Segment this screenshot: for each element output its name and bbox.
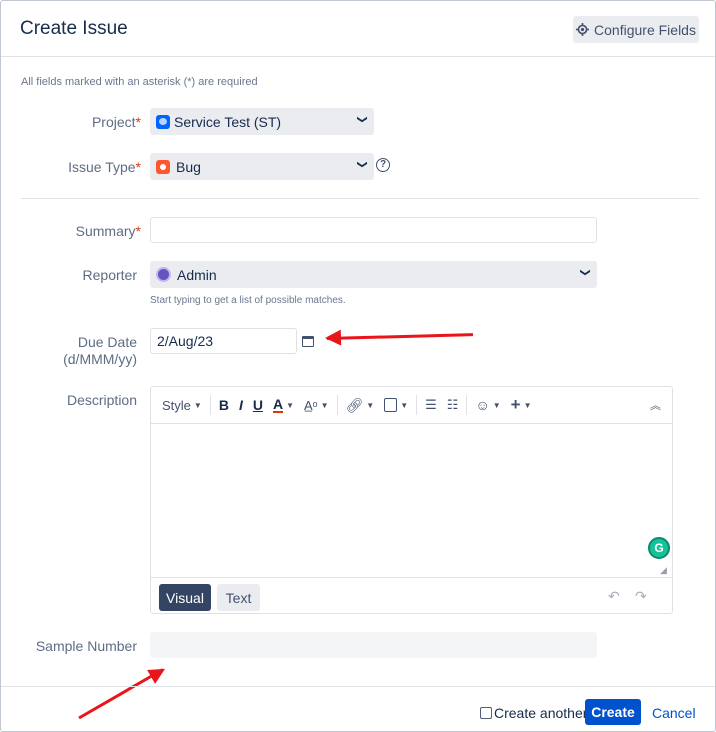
annotation-arrow xyxy=(326,333,473,340)
project-value: Service Test (ST) xyxy=(174,113,282,130)
due-date-label: Due Date (d/MMM/yy) xyxy=(0,334,137,368)
bug-icon xyxy=(156,159,170,174)
gear-icon xyxy=(576,23,590,36)
issue-type-select[interactable]: Bug ❯ xyxy=(150,153,374,180)
text-color-label: A xyxy=(272,396,284,413)
numbered-list-button[interactable]: ☷ xyxy=(442,393,464,417)
undo-icon[interactable]: ↶ xyxy=(608,588,620,605)
required-star: * xyxy=(135,159,141,175)
create-button[interactable]: Create xyxy=(585,699,641,725)
create-another-label: Create another xyxy=(494,705,588,721)
chevron-down-icon: ▼ xyxy=(523,400,532,410)
link-icon: 🔗︎ xyxy=(345,396,364,413)
bullet-list-icon: ☰ xyxy=(425,397,437,412)
project-label: Project* xyxy=(1,114,141,130)
style-dropdown[interactable]: Style ▼ xyxy=(157,393,207,417)
issue-type-label: Issue Type* xyxy=(1,159,141,175)
sample-number-label: Sample Number xyxy=(35,638,137,654)
emoji-button[interactable]: ☺ ▼ xyxy=(470,393,505,417)
insert-more-button[interactable]: + ▼ xyxy=(506,393,537,417)
toolbar-separator xyxy=(336,395,338,415)
reporter-value: Admin xyxy=(177,266,217,283)
bold-button[interactable]: B xyxy=(214,393,234,417)
create-issue-dialog: Create Issue Configure Fields All fields… xyxy=(0,0,716,732)
description-text-area[interactable] xyxy=(151,425,672,575)
summary-label: Summary* xyxy=(1,223,141,239)
reporter-label: Reporter xyxy=(82,267,137,283)
section-divider xyxy=(21,198,699,199)
emoji-icon: ☺ xyxy=(475,397,490,413)
description-editor[interactable]: Style ▼ B I U A ▼ A̲ᵒ ▼ 🔗︎ ▼ ▼ ☰ ☷ ☺ ▼ + ▼ ︽ G… xyxy=(150,386,673,614)
configure-fields-label: Configure Fields xyxy=(594,21,696,38)
underline-button[interactable]: U xyxy=(248,393,268,417)
project-select[interactable]: Service Test (ST) ❯ xyxy=(150,108,374,135)
dialog-title: Create Issue xyxy=(20,18,128,39)
text-color-button[interactable]: A ▼ xyxy=(268,393,299,417)
italic-label: I xyxy=(238,397,243,413)
configure-fields-button[interactable]: Configure Fields xyxy=(573,16,699,43)
text-effects-icon: A̲ᵒ xyxy=(304,397,318,413)
reporter-hint: Start typing to get a list of possible m… xyxy=(150,295,346,306)
summary-label-text: Summary xyxy=(75,223,136,239)
project-avatar-icon xyxy=(156,114,170,129)
visual-tab[interactable]: Visual xyxy=(159,584,211,611)
toolbar-separator xyxy=(416,395,418,415)
editor-mode-bar: Visual Text ↶ ↷ xyxy=(151,577,672,613)
style-label: Style xyxy=(162,397,191,413)
issue-type-value: Bug xyxy=(176,158,201,175)
bullet-list-button[interactable]: ☰ xyxy=(420,393,442,417)
attachment-button[interactable]: ▼ xyxy=(379,393,413,417)
help-icon[interactable]: ? xyxy=(376,158,390,172)
text-tab[interactable]: Text xyxy=(217,584,260,611)
chevron-down-icon: ▼ xyxy=(400,400,409,410)
redo-icon[interactable]: ↷ xyxy=(635,588,647,605)
due-date-label-text: Due Date xyxy=(77,334,137,350)
required-star: * xyxy=(135,223,141,239)
chevron-down-icon: ❯ xyxy=(356,160,368,169)
issue-type-label-text: Issue Type xyxy=(68,159,136,175)
chevron-down-icon: ▼ xyxy=(366,400,375,410)
due-date-format: (d/MMM/yy) xyxy=(63,351,137,367)
chevron-down-icon: ▼ xyxy=(492,400,501,410)
checkbox-icon[interactable] xyxy=(480,707,492,719)
chevron-down-icon: ❯ xyxy=(579,268,591,277)
create-another-checkbox[interactable]: Create another xyxy=(480,705,587,721)
user-avatar-icon xyxy=(156,267,171,282)
chevron-down-icon: ▼ xyxy=(286,400,295,410)
required-fields-note: All fields marked with an asterisk (*) a… xyxy=(21,76,258,88)
resize-handle[interactable]: ◢ xyxy=(660,565,667,576)
dialog-footer: Create another Create Cancel xyxy=(1,686,715,732)
sample-number-input[interactable] xyxy=(150,632,597,658)
editor-toolbar: Style ▼ B I U A ▼ A̲ᵒ ▼ 🔗︎ ▼ ▼ ☰ ☷ ☺ ▼ + ▼ ︽ xyxy=(151,387,672,424)
chevron-down-icon: ❯ xyxy=(356,115,368,124)
toolbar-separator xyxy=(209,395,211,415)
bold-label: B xyxy=(218,397,229,413)
due-date-input[interactable]: 2/Aug/23 xyxy=(150,328,297,354)
cancel-link[interactable]: Cancel xyxy=(652,705,696,721)
calendar-icon[interactable] xyxy=(302,336,314,347)
plus-icon: + xyxy=(510,395,521,414)
required-star: * xyxy=(135,114,141,130)
chevron-down-icon: ▼ xyxy=(193,400,202,410)
description-label: Description xyxy=(66,392,137,408)
attachment-icon xyxy=(384,398,398,412)
underline-label: U xyxy=(252,397,263,413)
toolbar-separator xyxy=(466,395,468,415)
chevron-double-up-icon: ︽ xyxy=(650,400,661,412)
numbered-list-icon: ☷ xyxy=(446,397,459,412)
more-formatting-button[interactable]: A̲ᵒ ▼ xyxy=(299,393,334,417)
chevron-down-icon: ▼ xyxy=(320,400,329,410)
dialog-header: Create Issue Configure Fields xyxy=(1,1,715,57)
italic-button[interactable]: I xyxy=(234,393,248,417)
summary-input[interactable] xyxy=(150,217,597,243)
reporter-select[interactable]: Admin ❯ xyxy=(150,261,597,288)
collapse-toolbar-button[interactable]: ︽ xyxy=(645,393,666,417)
link-button[interactable]: 🔗︎ ▼ xyxy=(341,393,380,417)
project-label-text: Project xyxy=(91,114,136,130)
grammarly-icon[interactable]: G xyxy=(648,537,670,559)
